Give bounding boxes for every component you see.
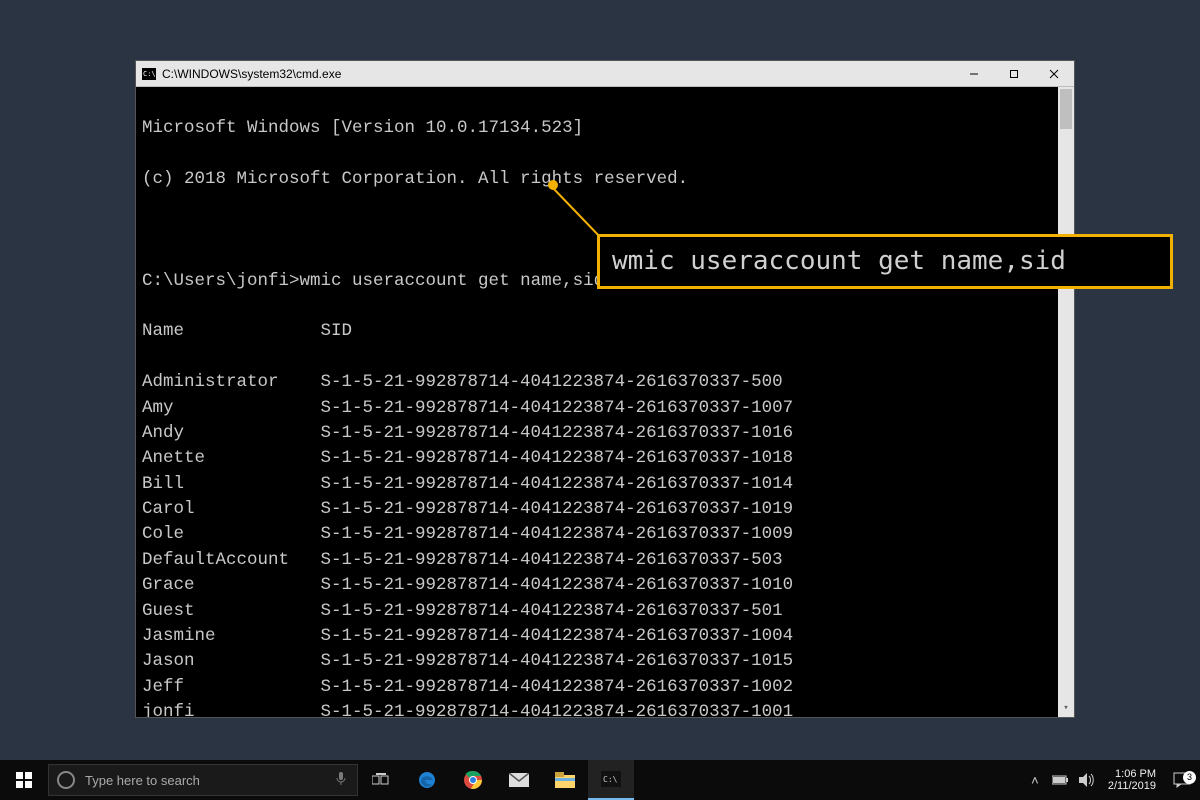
action-center-icon[interactable]: 3 bbox=[1164, 772, 1200, 788]
titlebar[interactable]: C:\WINDOWS\system32\cmd.exe bbox=[136, 61, 1074, 87]
table-header: NameSID bbox=[142, 319, 1070, 344]
microphone-icon[interactable] bbox=[335, 771, 347, 790]
table-row: JasmineS-1-5-21-992878714-4041223874-261… bbox=[142, 624, 1070, 649]
system-tray: ˄ 1:06 PM 2/11/2019 3 bbox=[1022, 760, 1200, 800]
cell-sid: S-1-5-21-992878714-4041223874-2616370337… bbox=[321, 624, 794, 649]
cell-name: Guest bbox=[142, 599, 321, 624]
prompt: C:\Users\jonfi> bbox=[142, 271, 300, 291]
banner-line: (c) 2018 Microsoft Corporation. All righ… bbox=[142, 167, 1070, 192]
cell-sid: S-1-5-21-992878714-4041223874-2616370337… bbox=[321, 522, 794, 547]
maximize-button[interactable] bbox=[994, 61, 1034, 87]
terminal-output[interactable]: Microsoft Windows [Version 10.0.17134.52… bbox=[136, 87, 1074, 717]
table-row: AnetteS-1-5-21-992878714-4041223874-2616… bbox=[142, 446, 1070, 471]
cmd-icon bbox=[142, 68, 156, 80]
search-placeholder: Type here to search bbox=[85, 773, 200, 788]
file-explorer-icon[interactable] bbox=[542, 760, 588, 800]
cell-sid: S-1-5-21-992878714-4041223874-2616370337… bbox=[321, 700, 794, 717]
cell-sid: S-1-5-21-992878714-4041223874-2616370337… bbox=[321, 599, 783, 624]
cell-name: Bill bbox=[142, 472, 321, 497]
clock-date: 2/11/2019 bbox=[1108, 780, 1156, 792]
window-title: C:\WINDOWS\system32\cmd.exe bbox=[162, 67, 341, 81]
cell-name: Jason bbox=[142, 649, 321, 674]
volume-icon[interactable] bbox=[1074, 773, 1100, 787]
cell-name: Cole bbox=[142, 522, 321, 547]
cell-name: Andy bbox=[142, 421, 321, 446]
cell-name: Grace bbox=[142, 573, 321, 598]
table-row: AdministratorS-1-5-21-992878714-40412238… bbox=[142, 370, 1070, 395]
taskbar-clock[interactable]: 1:06 PM 2/11/2019 bbox=[1100, 768, 1164, 792]
cell-sid: S-1-5-21-992878714-4041223874-2616370337… bbox=[321, 573, 794, 598]
taskbar: Type here to search C:\ ˄ 1:06 PM 2/11/2… bbox=[0, 760, 1200, 800]
cell-sid: S-1-5-21-992878714-4041223874-2616370337… bbox=[321, 421, 794, 446]
cortana-icon bbox=[57, 771, 75, 789]
command-prompt-window: C:\WINDOWS\system32\cmd.exe Microsoft Wi… bbox=[135, 60, 1075, 718]
table-row: DefaultAccountS-1-5-21-992878714-4041223… bbox=[142, 548, 1070, 573]
cell-sid: S-1-5-21-992878714-4041223874-2616370337… bbox=[321, 446, 794, 471]
cell-sid: S-1-5-21-992878714-4041223874-2616370337… bbox=[321, 548, 783, 573]
table-row: GuestS-1-5-21-992878714-4041223874-26163… bbox=[142, 599, 1070, 624]
battery-icon[interactable] bbox=[1048, 775, 1074, 785]
scrollbar-thumb[interactable] bbox=[1060, 89, 1072, 129]
cell-sid: S-1-5-21-992878714-4041223874-2616370337… bbox=[321, 472, 794, 497]
table-row: AndyS-1-5-21-992878714-4041223874-261637… bbox=[142, 421, 1070, 446]
table-row: CarolS-1-5-21-992878714-4041223874-26163… bbox=[142, 497, 1070, 522]
cell-sid: S-1-5-21-992878714-4041223874-2616370337… bbox=[321, 370, 783, 395]
cell-name: DefaultAccount bbox=[142, 548, 321, 573]
search-box[interactable]: Type here to search bbox=[48, 764, 358, 796]
minimize-button[interactable] bbox=[954, 61, 994, 87]
cell-sid: S-1-5-21-992878714-4041223874-2616370337… bbox=[321, 497, 794, 522]
header-name: Name bbox=[142, 319, 321, 344]
table-row: ColeS-1-5-21-992878714-4041223874-261637… bbox=[142, 522, 1070, 547]
cell-name: Jasmine bbox=[142, 624, 321, 649]
table-row: BillS-1-5-21-992878714-4041223874-261637… bbox=[142, 472, 1070, 497]
table-row: jonfiS-1-5-21-992878714-4041223874-26163… bbox=[142, 700, 1070, 717]
banner-line: Microsoft Windows [Version 10.0.17134.52… bbox=[142, 116, 1070, 141]
task-view-button[interactable] bbox=[358, 760, 404, 800]
table-row: JasonS-1-5-21-992878714-4041223874-26163… bbox=[142, 649, 1070, 674]
scroll-down-arrow-icon[interactable]: ▾ bbox=[1058, 701, 1074, 717]
cell-name: jonfi bbox=[142, 700, 321, 717]
cell-name: Jeff bbox=[142, 675, 321, 700]
table-row: GraceS-1-5-21-992878714-4041223874-26163… bbox=[142, 573, 1070, 598]
cell-name: Anette bbox=[142, 446, 321, 471]
table-row: AmyS-1-5-21-992878714-4041223874-2616370… bbox=[142, 396, 1070, 421]
cell-name: Amy bbox=[142, 396, 321, 421]
start-button[interactable] bbox=[0, 760, 48, 800]
close-button[interactable] bbox=[1034, 61, 1074, 87]
cell-name: Carol bbox=[142, 497, 321, 522]
cell-name: Administrator bbox=[142, 370, 321, 395]
chrome-icon[interactable] bbox=[450, 760, 496, 800]
mail-icon[interactable] bbox=[496, 760, 542, 800]
command-callout: wmic useraccount get name,sid bbox=[597, 234, 1173, 289]
cell-sid: S-1-5-21-992878714-4041223874-2616370337… bbox=[321, 675, 794, 700]
edge-icon[interactable] bbox=[404, 760, 450, 800]
notification-badge: 3 bbox=[1183, 771, 1196, 784]
table-row: JeffS-1-5-21-992878714-4041223874-261637… bbox=[142, 675, 1070, 700]
cell-sid: S-1-5-21-992878714-4041223874-2616370337… bbox=[321, 396, 794, 421]
cell-sid: S-1-5-21-992878714-4041223874-2616370337… bbox=[321, 649, 794, 674]
svg-text:C:\: C:\ bbox=[603, 775, 618, 784]
header-sid: SID bbox=[321, 319, 353, 344]
callout-anchor-dot bbox=[548, 180, 558, 190]
entered-command: wmic useraccount get name,sid bbox=[300, 271, 605, 291]
tray-chevron-up-icon[interactable]: ˄ bbox=[1022, 773, 1048, 788]
callout-text: wmic useraccount get name,sid bbox=[612, 246, 1066, 276]
cmd-taskbar-icon[interactable]: C:\ bbox=[588, 760, 634, 800]
vertical-scrollbar[interactable]: ▴ ▾ bbox=[1058, 87, 1074, 717]
clock-time: 1:06 PM bbox=[1108, 768, 1156, 780]
